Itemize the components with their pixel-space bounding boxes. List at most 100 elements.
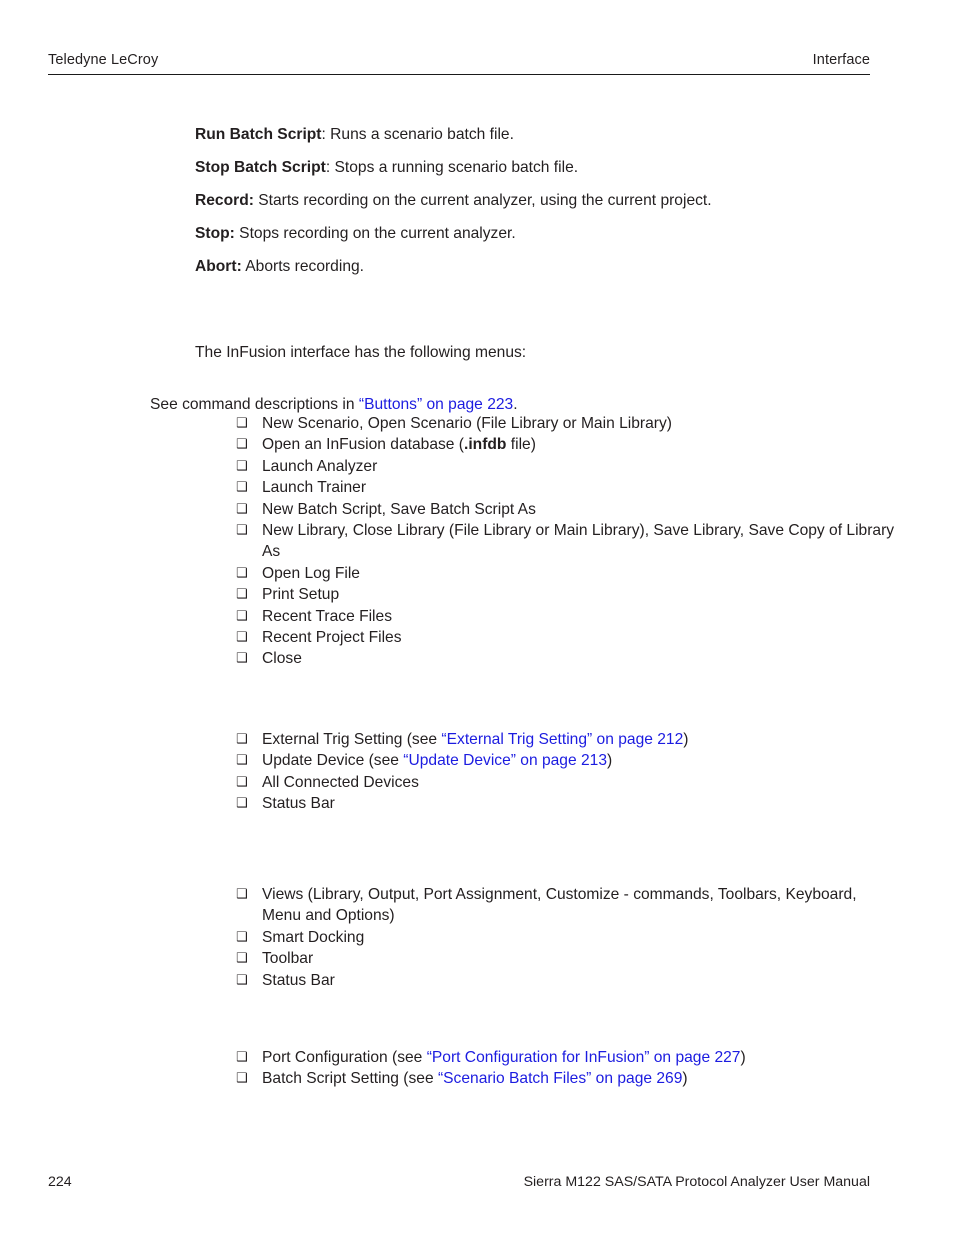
definition-stop: Stop: Stops recording on the current ana… (195, 223, 875, 244)
square-bullet-icon: ❑ (236, 753, 248, 769)
list-item-text: Recent Trace Files (262, 607, 392, 625)
square-bullet-icon: ❑ (236, 887, 248, 902)
view-menu-list: ❑ Views (Library, Output, Port Assignmen… (236, 884, 874, 991)
header-left-text: Teledyne LeCroy (48, 52, 159, 68)
definition-desc: Aborts recording. (241, 257, 364, 275)
list-item: ❑ New Scenario, Open Scenario (File Libr… (236, 413, 896, 434)
list-item-bold-text: .infdb (464, 436, 507, 454)
definition-run-batch-script: Run Batch Script: Runs a scenario batch … (195, 124, 875, 145)
footer-page-number: 224 (48, 1174, 72, 1190)
view-menu-heading (150, 855, 154, 875)
square-bullet-icon: ❑ (236, 1050, 248, 1065)
list-item-text: Status Bar (262, 795, 335, 813)
list-item-text: New Library, Close Library (File Library… (262, 522, 895, 561)
list-item-text: Recent Project Files (262, 629, 402, 647)
definition-term: Run Batch Script (195, 125, 322, 143)
list-item-text: Open an InFusion database ( (262, 436, 464, 454)
list-item: ❑ Batch Script Setting (see “Scenario Ba… (236, 1068, 916, 1089)
list-item: ❑ Open an InFusion database (.infdb file… (236, 434, 896, 455)
list-item-text: Status Bar (262, 971, 335, 989)
square-bullet-icon: ❑ (236, 732, 248, 747)
list-item-text: Smart Docking (262, 928, 365, 946)
square-bullet-icon: ❑ (236, 774, 248, 790)
list-item-text: New Batch Script, Save Batch Script As (262, 500, 536, 518)
running-footer: 224 Sierra M122 SAS/SATA Protocol Analyz… (48, 1174, 870, 1191)
configuration-menu-list: ❑ Port Configuration (see “Port Configur… (236, 1047, 916, 1090)
footer-manual-title: Sierra M122 SAS/SATA Protocol Analyzer U… (523, 1174, 870, 1190)
list-item-text: All Connected Devices (262, 773, 419, 791)
list-item-text: Open Log File (262, 564, 360, 582)
list-item-text: Port Configuration (see (262, 1049, 427, 1066)
header-right-text: Interface (812, 52, 870, 68)
list-item-text-post: ) (682, 1070, 688, 1088)
square-bullet-icon: ❑ (236, 972, 248, 988)
list-item: ❑ Toolbar (236, 948, 874, 969)
list-item: ❑ New Batch Script, Save Batch Script As (236, 499, 896, 520)
definition-term: Stop: (195, 224, 235, 242)
list-item-text: External Trig Setting (see (262, 731, 442, 748)
square-bullet-icon: ❑ (236, 929, 248, 945)
square-bullet-icon: ❑ (236, 501, 248, 517)
definition-record: Record: Starts recording on the current … (195, 190, 895, 211)
square-bullet-icon: ❑ (236, 608, 248, 624)
file-menu-heading (150, 282, 154, 302)
square-bullet-icon: ❑ (236, 587, 248, 603)
setup-menu-list: ❑ External Trig Setting (see “External T… (236, 729, 896, 815)
definition-desc: : Runs a scenario batch file. (321, 125, 514, 143)
definition-term: Record: (195, 191, 254, 209)
definition-term: Abort: (195, 257, 242, 275)
list-item-text: Batch Script Setting (see (262, 1070, 438, 1088)
list-item: ❑ Status Bar (236, 970, 874, 991)
square-bullet-icon: ❑ (236, 651, 248, 667)
list-item-text: Print Setup (262, 586, 340, 604)
list-item: ❑ Launch Analyzer (236, 456, 896, 477)
list-item-text-post: ) (740, 1049, 746, 1066)
see-prefix-text: See command descriptions in (150, 395, 359, 413)
list-item: ❑ Update Device (see “Update Device” on … (236, 750, 896, 771)
link-update-device-page-213[interactable]: “Update Device” on page 213 (403, 752, 607, 769)
list-item: ❑ External Trig Setting (see “External T… (236, 729, 896, 750)
definition-desc: Stops recording on the current analyzer. (234, 224, 516, 242)
list-item-text: Toolbar (262, 950, 314, 968)
list-item-text: Update Device (see (262, 752, 404, 770)
definition-term: Stop Batch Script (195, 158, 326, 176)
square-bullet-icon: ❑ (236, 565, 248, 581)
list-item: ❑ New Library, Close Library (File Libra… (236, 520, 896, 563)
list-item: ❑ Print Setup (236, 584, 896, 605)
list-item-text: Launch Analyzer (262, 457, 378, 475)
square-bullet-icon: ❑ (236, 416, 248, 431)
list-item: ❑ Views (Library, Output, Port Assignmen… (236, 884, 874, 927)
square-bullet-icon: ❑ (236, 458, 248, 474)
see-command-descriptions-paragraph: See command descriptions in “Buttons” on… (150, 394, 910, 415)
list-item-text: Views (Library, Output, Port Assignment,… (262, 886, 857, 925)
link-buttons-page-223[interactable]: “Buttons” on page 223 (359, 396, 513, 413)
setup-menu-heading (150, 700, 154, 720)
configuration-menu-heading (150, 1020, 154, 1040)
square-bullet-icon: ❑ (236, 630, 248, 646)
link-port-configuration-page-227[interactable]: “Port Configuration for InFusion” on pag… (427, 1049, 741, 1066)
file-menu-list: ❑ New Scenario, Open Scenario (File Libr… (236, 413, 896, 670)
list-item: ❑ Status Bar (236, 793, 896, 814)
definition-abort: Abort: Aborts recording. (195, 256, 875, 277)
list-item-text: Launch Trainer (262, 479, 367, 497)
list-item: ❑ Recent Project Files (236, 627, 896, 648)
list-item: ❑ Close (236, 648, 896, 669)
square-bullet-icon: ❑ (236, 1071, 248, 1087)
square-bullet-icon: ❑ (236, 480, 248, 496)
menus-intro-paragraph: The InFusion interface has the following… (195, 343, 527, 361)
list-item-text-post: ) (683, 731, 689, 748)
square-bullet-icon: ❑ (236, 437, 248, 453)
square-bullet-icon: ❑ (236, 523, 248, 539)
see-suffix-text: . (513, 395, 518, 413)
square-bullet-icon: ❑ (236, 951, 248, 967)
list-item-text-post: ) (607, 752, 613, 770)
list-item: ❑ Open Log File (236, 563, 896, 584)
running-header: Teledyne LeCroy Interface (48, 52, 870, 75)
list-item: ❑ Port Configuration (see “Port Configur… (236, 1047, 916, 1068)
link-scenario-batch-files-page-269[interactable]: “Scenario Batch Files” on page 269 (438, 1070, 682, 1087)
list-item-text: New Scenario, Open Scenario (File Librar… (262, 415, 672, 432)
list-item: ❑ Smart Docking (236, 927, 874, 948)
list-item-text: Close (262, 650, 302, 668)
link-external-trig-setting-page-212[interactable]: “External Trig Setting” on page 212 (441, 731, 683, 748)
list-item-text-post: file) (506, 436, 536, 454)
